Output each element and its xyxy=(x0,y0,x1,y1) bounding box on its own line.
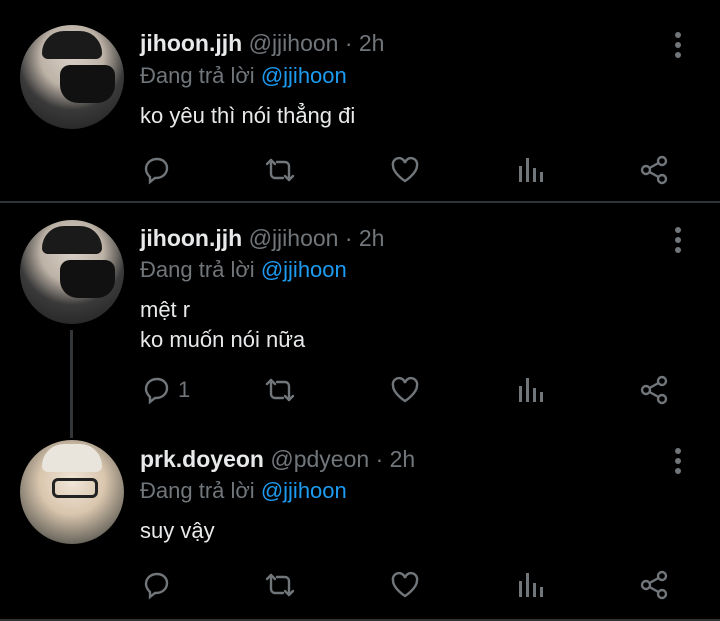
replying-to-label: Đang trả lời xyxy=(140,478,255,503)
like-button[interactable] xyxy=(389,372,421,408)
views-button[interactable] xyxy=(515,152,547,188)
reply-icon xyxy=(144,157,169,185)
replying-to: Đang trả lời @jjihoon xyxy=(140,63,347,89)
share-button[interactable] xyxy=(638,152,670,188)
avatar[interactable] xyxy=(20,25,124,129)
user-handle[interactable]: @jjihoon xyxy=(249,30,339,56)
tweet-text: suy vậy xyxy=(140,516,215,546)
retweet-icon xyxy=(265,573,295,597)
separator: · xyxy=(375,446,384,472)
avatar-hair xyxy=(42,226,102,254)
more-options-button[interactable] xyxy=(668,225,688,259)
reply-icon xyxy=(144,377,169,405)
share-icon xyxy=(640,155,668,185)
share-button[interactable] xyxy=(638,372,670,408)
reply-count: 1 xyxy=(178,377,191,402)
reply-button[interactable] xyxy=(140,567,178,603)
replying-to-mention[interactable]: @jjihoon xyxy=(261,478,347,503)
replying-to-mention[interactable]: @jjihoon xyxy=(261,63,347,88)
avatar-glasses xyxy=(52,478,98,498)
reply-button[interactable] xyxy=(140,152,178,188)
tweet-header: jihoon.jjh @jjihoon · 2h xyxy=(140,225,384,252)
display-name[interactable]: jihoon.jjh xyxy=(140,225,242,251)
like-button[interactable] xyxy=(389,567,421,603)
heart-icon xyxy=(391,376,419,403)
tweet-2[interactable]: jihoon.jjh @jjihoon · 2h Đang trả lời @j… xyxy=(0,205,720,425)
heart-icon xyxy=(391,156,419,183)
more-options-button[interactable] xyxy=(668,446,688,480)
tweet-header: jihoon.jjh @jjihoon · 2h xyxy=(140,30,384,57)
share-icon xyxy=(640,570,668,600)
replying-to-label: Đang trả lời xyxy=(140,257,255,282)
reply-icon xyxy=(144,572,169,600)
timestamp[interactable]: 2h xyxy=(359,30,385,56)
heart-icon xyxy=(391,571,419,598)
display-name[interactable]: jihoon.jjh xyxy=(140,30,242,56)
tweet-text-line: ko muốn nói nữa xyxy=(140,327,306,352)
like-button[interactable] xyxy=(389,152,421,188)
more-options-button[interactable] xyxy=(668,30,688,64)
avatar[interactable] xyxy=(20,220,124,324)
action-bar xyxy=(0,152,720,192)
action-bar xyxy=(0,567,720,607)
avatar-mask xyxy=(60,260,115,298)
tweet-divider xyxy=(0,201,720,203)
tweet-text-line: ko yêu thì nói thẳng đi xyxy=(140,103,356,128)
views-icon xyxy=(519,158,543,182)
share-button[interactable] xyxy=(638,567,670,603)
timestamp[interactable]: 2h xyxy=(359,225,385,251)
separator: · xyxy=(344,30,353,56)
action-bar: 1 xyxy=(0,372,720,412)
retweet-button[interactable] xyxy=(264,567,296,603)
retweet-icon xyxy=(265,158,295,182)
timestamp[interactable]: 2h xyxy=(390,446,416,472)
avatar-mask xyxy=(60,65,115,103)
tweet-text-line: suy vậy xyxy=(140,518,215,543)
replying-to-mention[interactable]: @jjihoon xyxy=(261,257,347,282)
tweet-1[interactable]: jihoon.jjh @jjihoon · 2h Đang trả lời @j… xyxy=(0,0,720,202)
avatar[interactable] xyxy=(20,440,124,544)
views-icon xyxy=(519,573,543,597)
tweet-text: mệt r ko muốn nói nữa xyxy=(140,295,305,355)
separator: · xyxy=(344,225,353,251)
retweet-button[interactable] xyxy=(264,152,296,188)
views-icon xyxy=(519,378,543,402)
retweet-button[interactable] xyxy=(264,372,296,408)
share-icon xyxy=(640,375,668,405)
tweet-text-line: mệt r xyxy=(140,297,191,322)
tweet-3[interactable]: prk.doyeon @pdyeon · 2h Đang trả lời @jj… xyxy=(0,430,720,621)
user-handle[interactable]: @pdyeon xyxy=(270,446,369,472)
display-name[interactable]: prk.doyeon xyxy=(140,446,264,472)
tweet-header: prk.doyeon @pdyeon · 2h xyxy=(140,446,415,473)
reply-button[interactable]: 1 xyxy=(140,372,190,408)
retweet-icon xyxy=(265,378,295,402)
user-handle[interactable]: @jjihoon xyxy=(249,225,339,251)
views-button[interactable] xyxy=(515,567,547,603)
tweet-text: ko yêu thì nói thẳng đi xyxy=(140,101,355,131)
avatar-hair xyxy=(42,444,102,472)
replying-to: Đang trả lời @jjihoon xyxy=(140,257,347,283)
replying-to-label: Đang trả lời xyxy=(140,63,255,88)
avatar-hair xyxy=(42,31,102,59)
views-button[interactable] xyxy=(515,372,547,408)
replying-to: Đang trả lời @jjihoon xyxy=(140,478,347,504)
